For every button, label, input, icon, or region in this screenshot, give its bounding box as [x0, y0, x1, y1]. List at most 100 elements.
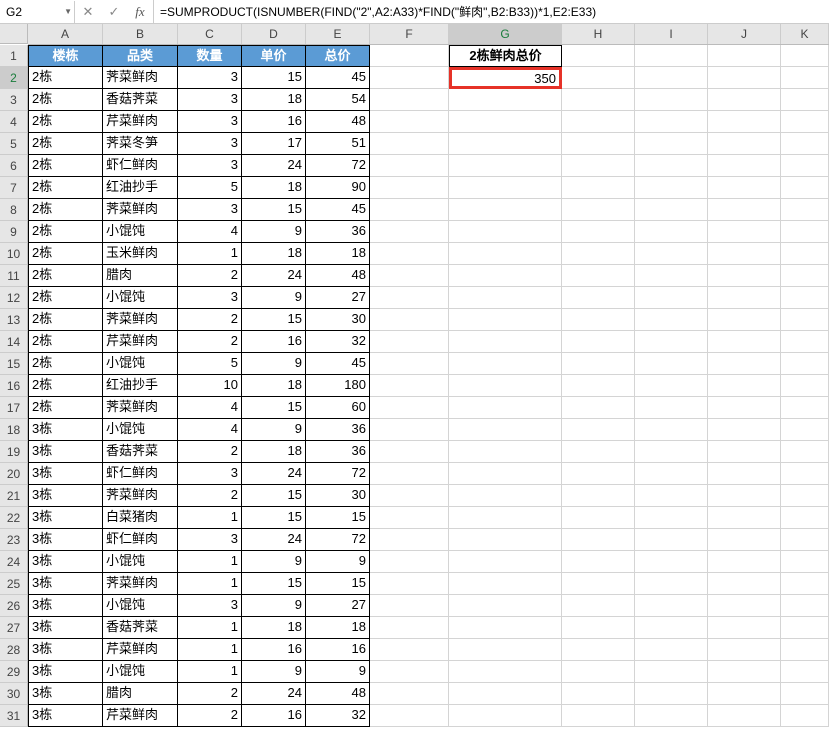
- cell-C24[interactable]: 1: [178, 551, 242, 573]
- cell-H16[interactable]: [562, 375, 635, 397]
- cell-C13[interactable]: 2: [178, 309, 242, 331]
- row-header[interactable]: 11: [0, 265, 28, 287]
- cell-F7[interactable]: [370, 177, 449, 199]
- cell-E23[interactable]: 72: [306, 529, 370, 551]
- cell-H17[interactable]: [562, 397, 635, 419]
- cell-H1[interactable]: [562, 45, 635, 67]
- cell-J19[interactable]: [708, 441, 781, 463]
- cell-D31[interactable]: 16: [242, 705, 306, 727]
- cell-F23[interactable]: [370, 529, 449, 551]
- row-header[interactable]: 24: [0, 551, 28, 573]
- cell-F4[interactable]: [370, 111, 449, 133]
- cell-E25[interactable]: 15: [306, 573, 370, 595]
- cell-G10[interactable]: [449, 243, 562, 265]
- cell-K20[interactable]: [781, 463, 829, 485]
- cell-G9[interactable]: [449, 221, 562, 243]
- cell-E21[interactable]: 30: [306, 485, 370, 507]
- cell-E11[interactable]: 48: [306, 265, 370, 287]
- cell-K22[interactable]: [781, 507, 829, 529]
- cell-K1[interactable]: [781, 45, 829, 67]
- cell-I15[interactable]: [635, 353, 708, 375]
- cell-E6[interactable]: 72: [306, 155, 370, 177]
- cell-K23[interactable]: [781, 529, 829, 551]
- cell-F19[interactable]: [370, 441, 449, 463]
- cell-I25[interactable]: [635, 573, 708, 595]
- cell-A2[interactable]: 2栋: [28, 67, 103, 89]
- column-header-H[interactable]: H: [562, 24, 635, 44]
- cell-B21[interactable]: 荠菜鲜肉: [103, 485, 178, 507]
- cell-K3[interactable]: [781, 89, 829, 111]
- cell-H8[interactable]: [562, 199, 635, 221]
- cell-A8[interactable]: 2栋: [28, 199, 103, 221]
- row-header[interactable]: 4: [0, 111, 28, 133]
- cell-C18[interactable]: 4: [178, 419, 242, 441]
- cell-J12[interactable]: [708, 287, 781, 309]
- column-header-G[interactable]: G: [449, 24, 562, 44]
- cell-E18[interactable]: 36: [306, 419, 370, 441]
- column-header-A[interactable]: A: [28, 24, 103, 44]
- cell-F12[interactable]: [370, 287, 449, 309]
- cell-C22[interactable]: 1: [178, 507, 242, 529]
- cell-A9[interactable]: 2栋: [28, 221, 103, 243]
- cell-B19[interactable]: 香菇荠菜: [103, 441, 178, 463]
- cell-I23[interactable]: [635, 529, 708, 551]
- row-header[interactable]: 21: [0, 485, 28, 507]
- cell-D13[interactable]: 15: [242, 309, 306, 331]
- cell-J13[interactable]: [708, 309, 781, 331]
- cell-F6[interactable]: [370, 155, 449, 177]
- cell-J4[interactable]: [708, 111, 781, 133]
- cell-H21[interactable]: [562, 485, 635, 507]
- row-header[interactable]: 9: [0, 221, 28, 243]
- cell-E28[interactable]: 16: [306, 639, 370, 661]
- cell-H31[interactable]: [562, 705, 635, 727]
- cell-B24[interactable]: 小馄饨: [103, 551, 178, 573]
- cell-C30[interactable]: 2: [178, 683, 242, 705]
- cell-D17[interactable]: 15: [242, 397, 306, 419]
- row-header[interactable]: 25: [0, 573, 28, 595]
- cell-J8[interactable]: [708, 199, 781, 221]
- cell-F20[interactable]: [370, 463, 449, 485]
- cell-I10[interactable]: [635, 243, 708, 265]
- cell-E7[interactable]: 90: [306, 177, 370, 199]
- cell-I4[interactable]: [635, 111, 708, 133]
- row-header[interactable]: 2: [0, 67, 28, 89]
- cell-F15[interactable]: [370, 353, 449, 375]
- cell-F14[interactable]: [370, 331, 449, 353]
- cell-C3[interactable]: 3: [178, 89, 242, 111]
- cell-A4[interactable]: 2栋: [28, 111, 103, 133]
- column-header-K[interactable]: K: [781, 24, 829, 44]
- cell-J14[interactable]: [708, 331, 781, 353]
- cell-F10[interactable]: [370, 243, 449, 265]
- cell-J31[interactable]: [708, 705, 781, 727]
- cell-F24[interactable]: [370, 551, 449, 573]
- cell-B13[interactable]: 荠菜鲜肉: [103, 309, 178, 331]
- cell-K24[interactable]: [781, 551, 829, 573]
- cell-C21[interactable]: 2: [178, 485, 242, 507]
- cell-I5[interactable]: [635, 133, 708, 155]
- cell-B3[interactable]: 香菇荠菜: [103, 89, 178, 111]
- cell-E24[interactable]: 9: [306, 551, 370, 573]
- cell-H20[interactable]: [562, 463, 635, 485]
- cell-D5[interactable]: 17: [242, 133, 306, 155]
- cell-C7[interactable]: 5: [178, 177, 242, 199]
- cell-G7[interactable]: [449, 177, 562, 199]
- cell-J29[interactable]: [708, 661, 781, 683]
- cell-H11[interactable]: [562, 265, 635, 287]
- cell-G21[interactable]: [449, 485, 562, 507]
- cell-A27[interactable]: 3栋: [28, 617, 103, 639]
- cell-I30[interactable]: [635, 683, 708, 705]
- cell-C25[interactable]: 1: [178, 573, 242, 595]
- select-all-corner[interactable]: [0, 24, 28, 44]
- cell-J22[interactable]: [708, 507, 781, 529]
- cell-C16[interactable]: 10: [178, 375, 242, 397]
- cell-F17[interactable]: [370, 397, 449, 419]
- cell-F11[interactable]: [370, 265, 449, 287]
- cell-H29[interactable]: [562, 661, 635, 683]
- cell-C8[interactable]: 3: [178, 199, 242, 221]
- cell-G16[interactable]: [449, 375, 562, 397]
- cell-K5[interactable]: [781, 133, 829, 155]
- cell-G3[interactable]: [449, 89, 562, 111]
- cell-B11[interactable]: 腊肉: [103, 265, 178, 287]
- cell-I26[interactable]: [635, 595, 708, 617]
- cell-B27[interactable]: 香菇荠菜: [103, 617, 178, 639]
